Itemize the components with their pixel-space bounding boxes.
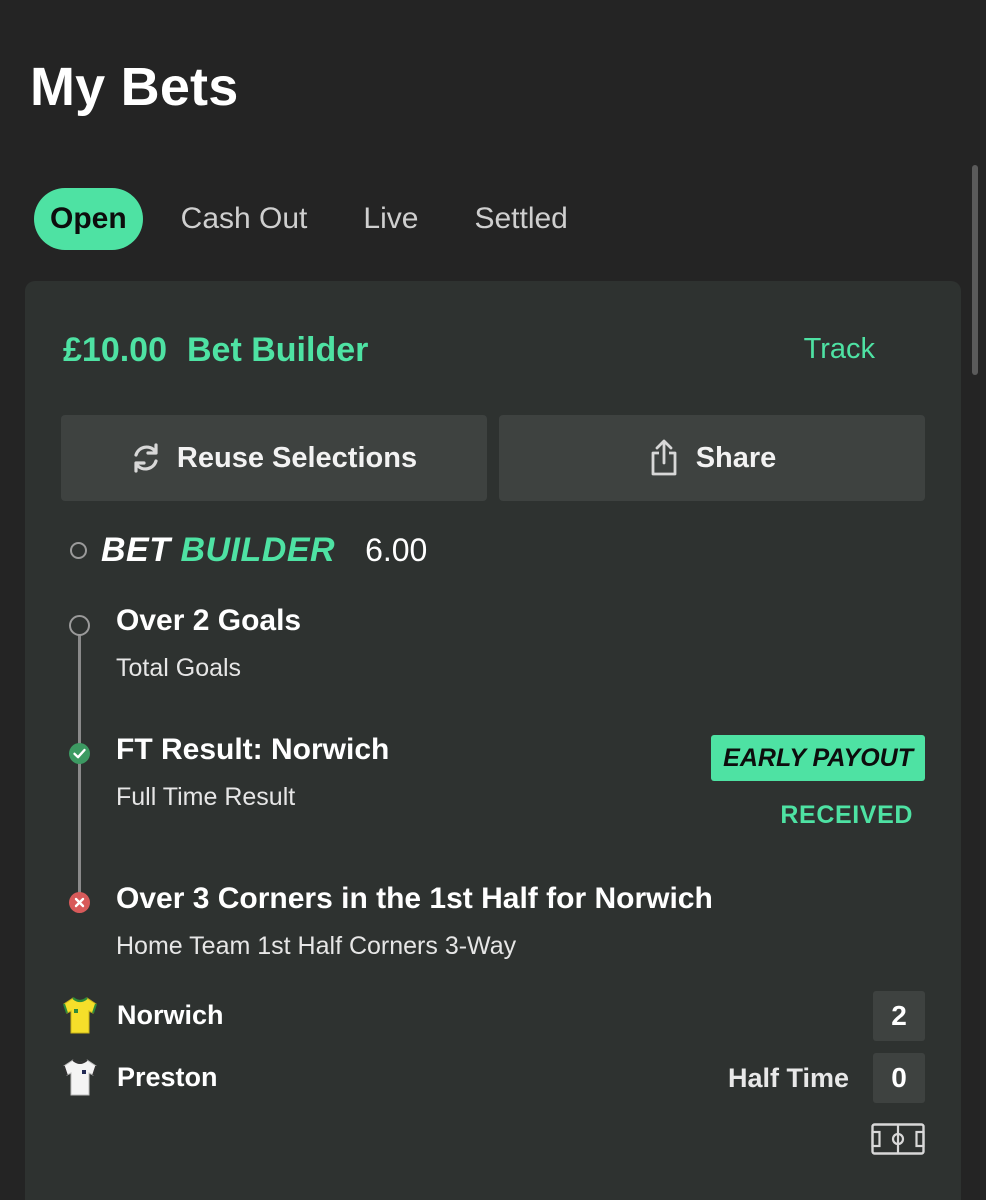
bet-builder-logo: BET BUILDER <box>101 531 336 569</box>
check-icon <box>69 743 90 764</box>
selection-market: Home Team 1st Half Corners 3-Way <box>116 932 517 960</box>
reuse-selections-button[interactable]: Reuse Selections <box>61 415 487 501</box>
home-score: 2 <box>873 991 925 1041</box>
share-icon <box>648 439 680 477</box>
away-score: 0 <box>873 1053 925 1103</box>
selection-market: Total Goals <box>116 654 242 682</box>
selection-title: Over 3 Corners in the 1st Half for Norwi… <box>116 882 713 915</box>
bet-summary: £10.00 Bet Builder <box>63 331 368 370</box>
track-link[interactable]: Track <box>804 333 875 366</box>
bet-stake: £10.00 <box>63 331 167 369</box>
page-title: My Bets <box>30 57 239 117</box>
refresh-icon <box>131 442 161 474</box>
selection-market: Full Time Result <box>116 783 296 811</box>
bets-tabs: Open Cash Out Live Settled <box>34 188 608 250</box>
bet-type: Bet Builder <box>187 331 369 369</box>
white-shirt-icon <box>61 1057 99 1097</box>
selection-title: Over 2 Goals <box>116 604 302 637</box>
tab-open[interactable]: Open <box>34 188 143 250</box>
received-label: RECEIVED <box>780 801 913 829</box>
cross-icon <box>69 892 90 913</box>
tab-settled[interactable]: Settled <box>458 188 583 250</box>
yellow-shirt-icon <box>61 995 99 1035</box>
bet-card: £10.00 Bet Builder Track Reuse Selections… <box>25 281 961 1200</box>
share-label: Share <box>695 441 777 474</box>
selection-title: FT Result: Norwich <box>116 733 390 766</box>
early-payout-badge: EARLY PAYOUT <box>711 735 925 781</box>
share-button[interactable]: Share <box>499 415 925 501</box>
home-team-row: Norwich <box>61 995 224 1035</box>
home-team-name: Norwich <box>117 999 224 1030</box>
match-status: Half Time <box>727 1063 849 1093</box>
tab-live[interactable]: Live <box>347 188 434 250</box>
open-status-icon <box>69 615 90 636</box>
scrollbar[interactable] <box>972 165 978 375</box>
pitch-icon[interactable] <box>871 1123 925 1155</box>
away-team-row: Preston <box>61 1057 218 1097</box>
reuse-selections-label: Reuse Selections <box>176 441 418 474</box>
bet-builder-header: BET BUILDER 6.00 <box>70 531 427 570</box>
bet-builder-status-dot <box>70 542 87 559</box>
tab-cash-out[interactable]: Cash Out <box>165 188 324 250</box>
away-team-name: Preston <box>117 1061 218 1092</box>
bet-odds: 6.00 <box>365 532 428 568</box>
